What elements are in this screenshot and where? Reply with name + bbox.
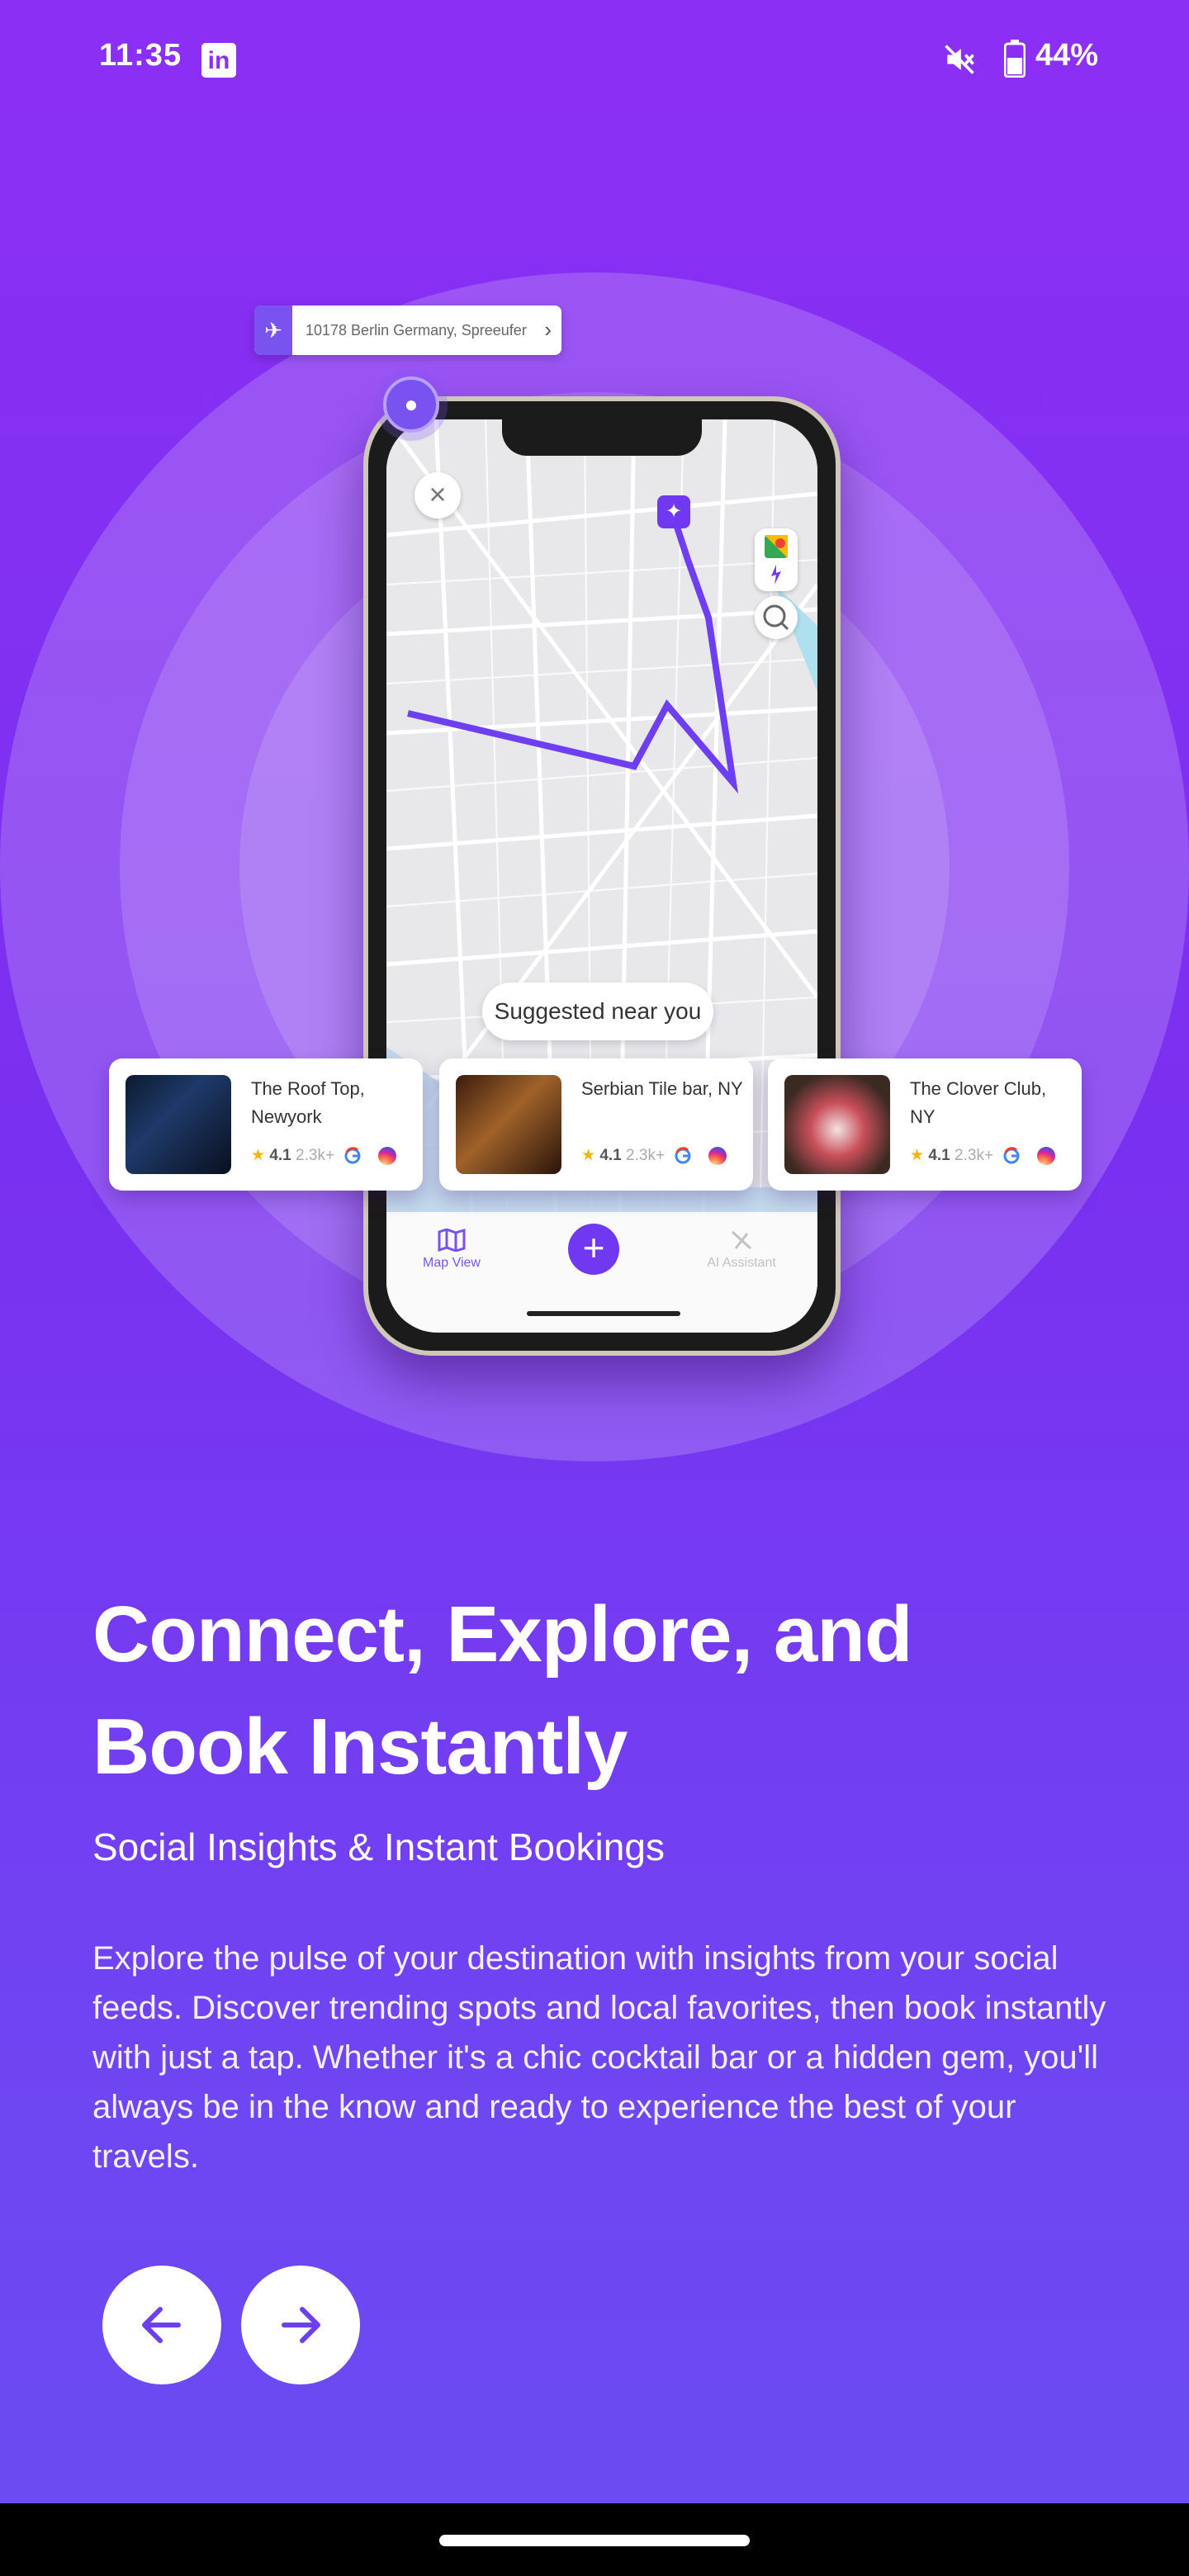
google-icon [675, 1147, 691, 1164]
ai-assistant-icon [731, 1230, 752, 1250]
address-pill: ✈ 10178 Berlin Germany, Spreeufer › [254, 305, 561, 355]
sparkle-pin-icon: ✦ [657, 495, 690, 528]
phone-mockup: × ✦ Map View + AI Assistant [363, 396, 841, 1356]
phone-screen: × ✦ Map View + AI Assistant [386, 419, 817, 1333]
place-rating: ★ 4.1 2.3k+ [910, 1146, 1055, 1165]
status-bar: 11:35 in 44% [0, 0, 1189, 116]
map-icon [438, 1228, 466, 1252]
arrow-left-icon [142, 2307, 181, 2343]
description-text: Explore the pulse of your destination wi… [92, 1940, 1106, 2175]
place-card: Serbian Tile bar, NY ★ 4.1 2.3k+ [439, 1058, 753, 1191]
instagram-icon [1036, 1146, 1055, 1165]
google-maps-icon [755, 528, 798, 591]
linkedin-icon: in [201, 43, 236, 78]
place-card: The Clover Club, NY ★ 4.1 2.3k+ [768, 1058, 1082, 1191]
place-card: The Roof Top, Newyork ★ 4.1 2.3k+ [109, 1058, 423, 1191]
next-button[interactable] [241, 2266, 360, 2384]
phone-notch [502, 419, 702, 456]
instagram-icon [377, 1146, 396, 1165]
address-text: 10178 Berlin Germany, Spreeufer [306, 322, 527, 339]
back-button[interactable] [102, 2266, 221, 2384]
star-icon: ★ [581, 1147, 596, 1164]
place-thumbnail [126, 1075, 231, 1174]
place-title: The Roof Top, Newyork [251, 1078, 365, 1127]
search-icon [755, 596, 798, 639]
map-view-tab: Map View [414, 1228, 489, 1271]
plus-icon: + [568, 1224, 619, 1275]
suggested-near-you-pill: Suggested near you [482, 983, 713, 1040]
place-thumbnail [456, 1075, 561, 1174]
star-icon: ★ [251, 1147, 266, 1164]
phone-home-indicator [527, 1311, 680, 1316]
star-icon: ★ [910, 1147, 925, 1164]
chevron-right-icon: › [544, 317, 552, 342]
place-rating: ★ 4.1 2.3k+ [581, 1146, 727, 1165]
instagram-icon [708, 1146, 727, 1165]
place-title: The Clover Club, NY [910, 1078, 1047, 1127]
battery-percentage: 44% [1035, 38, 1099, 73]
map-illustration [386, 419, 817, 1333]
battery-icon [1004, 40, 1026, 78]
ai-assistant-tab: AI Assistant [692, 1229, 791, 1271]
place-rating: ★ 4.1 2.3k+ [251, 1146, 396, 1165]
page-title: Connect, Explore, and Book Instantly [92, 1590, 912, 1791]
mute-icon [945, 45, 974, 74]
home-indicator[interactable] [439, 2535, 750, 2546]
status-time: 11:35 [99, 38, 182, 73]
google-icon [344, 1147, 361, 1164]
user-location-icon: ● [383, 376, 439, 433]
place-thumbnail [784, 1075, 890, 1174]
google-icon [1003, 1147, 1020, 1164]
map-view-label: Map View [423, 1256, 481, 1270]
airplane-icon: ✈ [254, 305, 292, 355]
place-title: Serbian Tile bar, NY [581, 1078, 743, 1099]
page-subtitle: Social Insights & Instant Bookings [92, 1825, 665, 1868]
arrow-right-icon [282, 2307, 320, 2343]
close-icon: × [414, 472, 461, 519]
ai-assistant-label: AI Assistant [707, 1256, 776, 1270]
